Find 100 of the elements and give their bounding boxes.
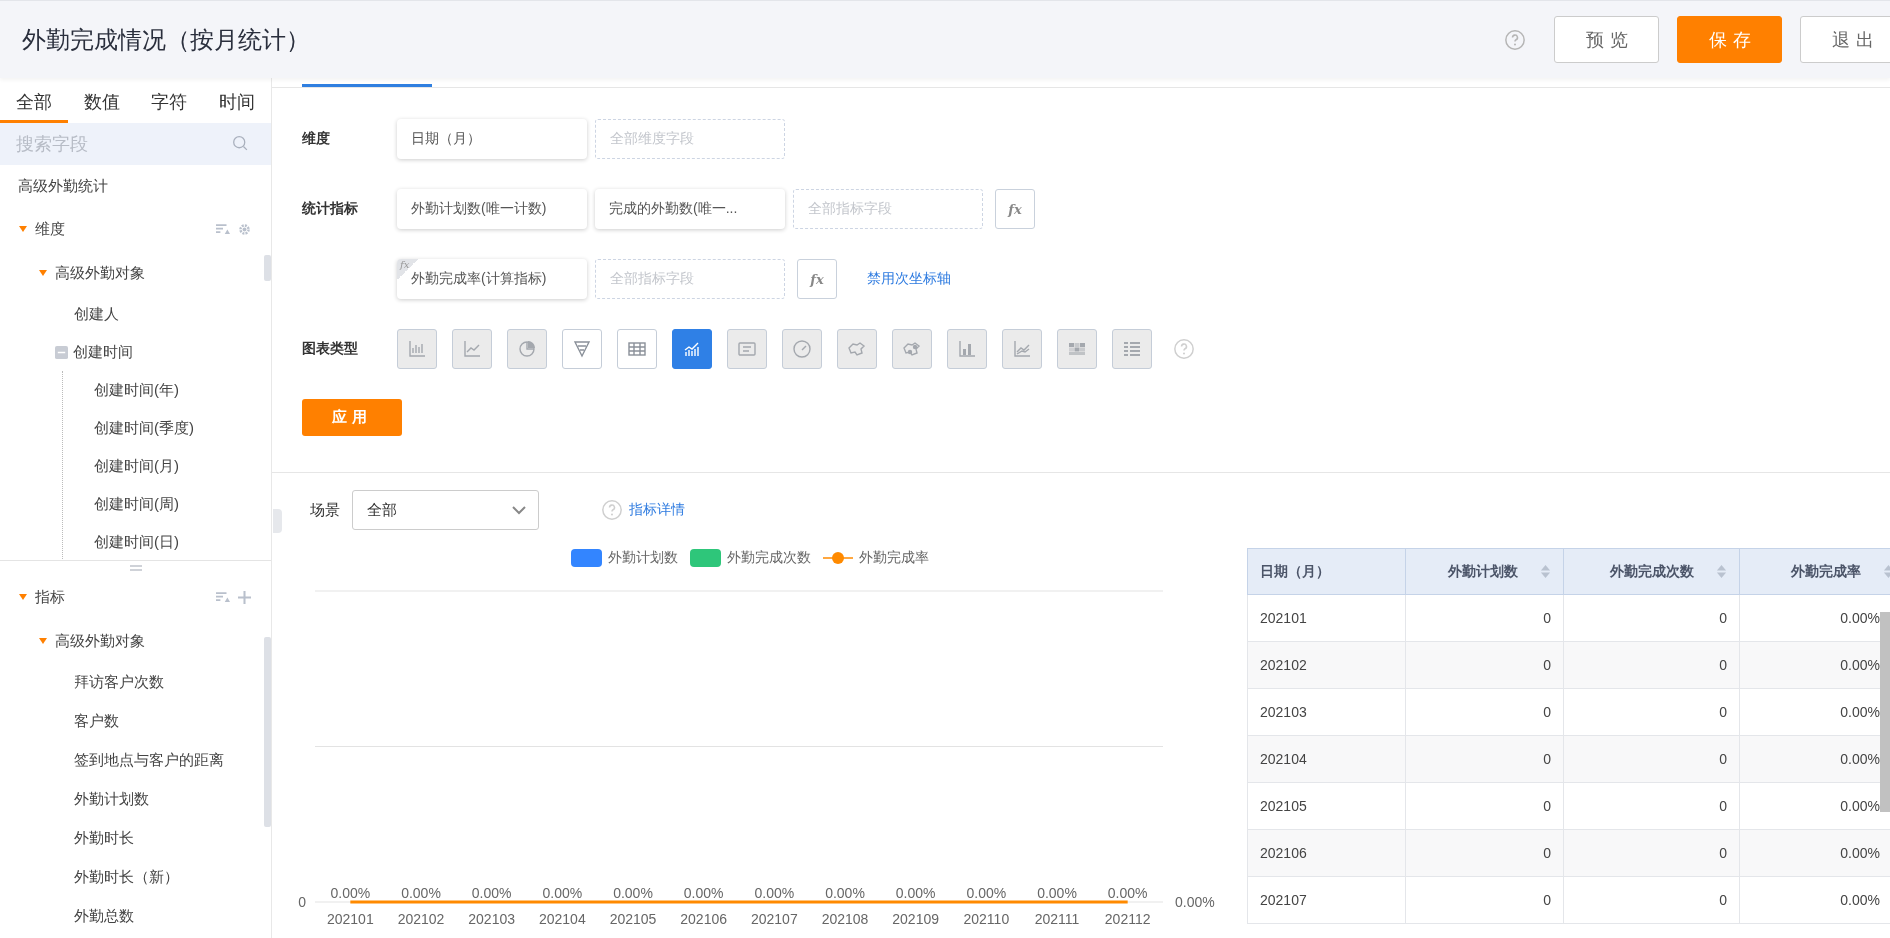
column-header[interactable]: 外勤完成次数 [1563, 548, 1740, 595]
panel-collapse-handle[interactable] [273, 509, 282, 533]
axis-tick-label: 202109 [892, 911, 940, 927]
tree-group[interactable]: 高级外勤对象 [55, 631, 145, 651]
caret-down-icon[interactable] [38, 268, 48, 278]
scrollbar-thumb[interactable] [264, 255, 271, 281]
column-title: 日期（月） [1260, 562, 1330, 581]
table-cell: 0 [1405, 688, 1564, 736]
field-item[interactable]: 创建时间(月) [94, 456, 179, 476]
table-cell: 202106 [1247, 829, 1406, 877]
chart-type-button[interactable] [672, 329, 712, 369]
field-item[interactable]: 外勤时长（新） [74, 868, 179, 887]
data-label: 0.00% [401, 885, 441, 901]
column-title: 外勤完成次数 [1610, 562, 1694, 581]
table-cell: 0 [1563, 641, 1740, 689]
data-label: 0.00% [1107, 885, 1148, 901]
data-label: 0.00% [542, 885, 583, 901]
scene-label: 场景 [310, 500, 340, 520]
table-cell: 0 [1405, 735, 1564, 783]
axis-tick-label: 202103 [468, 911, 516, 927]
form-label: 图表类型 [302, 340, 358, 356]
sort-icon[interactable] [216, 223, 230, 235]
field-chip[interactable]: 外勤计划数(唯一计数) [397, 189, 587, 229]
field-item[interactable]: 外勤计划数 [74, 790, 149, 809]
drag-handle-icon[interactable] [129, 565, 142, 571]
table-cell: 0 [1563, 735, 1740, 783]
chevron-down-icon [512, 505, 526, 515]
header-button[interactable]: 预览 [1554, 16, 1659, 63]
table-cell: 0.00% [1739, 829, 1890, 877]
table-cell: 0 [1563, 829, 1740, 877]
axis-tick-label: 202101 [326, 911, 374, 927]
axis-tick-label: 202107 [750, 911, 798, 927]
axis-tick-label: 202106 [680, 911, 728, 927]
field-chip[interactable]: 完成的外勤数(唯一... [595, 189, 785, 229]
chart-type-button[interactable] [617, 329, 657, 369]
axis-tick-label: 202108 [821, 911, 869, 927]
data-label: 0.00% [1037, 885, 1077, 901]
table-cell: 202105 [1247, 782, 1406, 830]
axis-tick-label: 202112 [1104, 911, 1151, 927]
column-header[interactable]: 外勤完成率 [1739, 548, 1890, 595]
field-item[interactable]: 签到地点与客户的距离 [74, 751, 224, 770]
formula-button[interactable]: fx [995, 189, 1035, 229]
field-chip[interactable]: 日期（月） [397, 119, 587, 159]
tree-group[interactable]: 创建时间 [73, 342, 133, 362]
add-icon[interactable] [238, 590, 251, 604]
column-header[interactable]: 日期（月） [1247, 548, 1406, 595]
form-label: 统计指标 [302, 200, 358, 216]
scene-dropdown[interactable]: 全部 [352, 490, 539, 530]
sort-icon[interactable] [1716, 564, 1727, 579]
table-cell: 0 [1405, 782, 1564, 830]
table-cell: 0 [1405, 876, 1564, 924]
metric-details-link[interactable]: 指标详情 [629, 501, 685, 519]
caret-down-icon[interactable] [18, 592, 28, 602]
data-label: 0.00% [895, 885, 936, 901]
data-label: 0.00% [613, 885, 653, 901]
axis-tick-label: 0.00% [1175, 894, 1215, 910]
collapse-icon[interactable] [55, 345, 68, 359]
caret-down-icon[interactable] [18, 224, 28, 234]
field-item[interactable]: 创建时间(周) [94, 494, 179, 514]
scrollbar-thumb[interactable] [1880, 612, 1890, 812]
tree-group[interactable]: 维度 [35, 219, 65, 239]
field-item[interactable]: 拜访客户次数 [74, 673, 164, 692]
table-cell: 0 [1563, 594, 1740, 642]
table-cell: 0 [1405, 829, 1564, 877]
tree-group[interactable]: 高级外勤对象 [55, 263, 145, 283]
table-cell: 0 [1563, 688, 1740, 736]
help-icon[interactable] [1504, 28, 1526, 51]
column-header[interactable]: 外勤计划数 [1405, 548, 1564, 595]
field-item[interactable]: 创建人 [74, 304, 119, 324]
sort-icon[interactable] [1540, 564, 1551, 579]
chart-type-button[interactable] [562, 329, 602, 369]
settings-icon[interactable] [238, 222, 251, 236]
help-icon[interactable] [601, 499, 623, 521]
table-cell: 0 [1405, 641, 1564, 689]
field-item[interactable]: 创建时间(年) [94, 380, 179, 400]
axis-toggle-link[interactable]: 禁用次坐标轴 [867, 270, 951, 288]
table-cell: 202103 [1247, 688, 1406, 736]
form-label: 维度 [302, 130, 330, 146]
formula-button[interactable]: fx [797, 259, 837, 299]
caret-down-icon[interactable] [38, 636, 48, 646]
help-icon[interactable] [1173, 338, 1195, 360]
table-cell: 0 [1563, 782, 1740, 830]
table-cell: 202102 [1247, 641, 1406, 689]
column-title: 外勤计划数 [1448, 562, 1518, 581]
legend-label[interactable]: 外勤完成率 [858, 549, 929, 567]
legend-label[interactable]: 外勤计划数 [607, 549, 678, 567]
tree-group[interactable]: 指标 [35, 587, 65, 607]
page-title: 外勤完成情况（按月统计） [22, 24, 310, 55]
table-cell: 202101 [1247, 594, 1406, 642]
search-icon[interactable] [232, 135, 249, 152]
field-item[interactable]: 客户数 [74, 712, 119, 731]
sort-icon[interactable] [216, 591, 230, 603]
scrollbar-thumb[interactable] [264, 637, 271, 827]
field-item[interactable]: 外勤总数 [74, 907, 134, 926]
field-item[interactable]: 外勤时长 [74, 829, 134, 848]
header-button[interactable]: 退出 [1800, 16, 1890, 63]
table-cell: 202107 [1247, 876, 1406, 924]
field-item[interactable]: 创建时间(日) [94, 532, 179, 552]
field-item[interactable]: 创建时间(季度) [94, 418, 194, 438]
legend-label[interactable]: 外勤完成次数 [726, 549, 811, 567]
